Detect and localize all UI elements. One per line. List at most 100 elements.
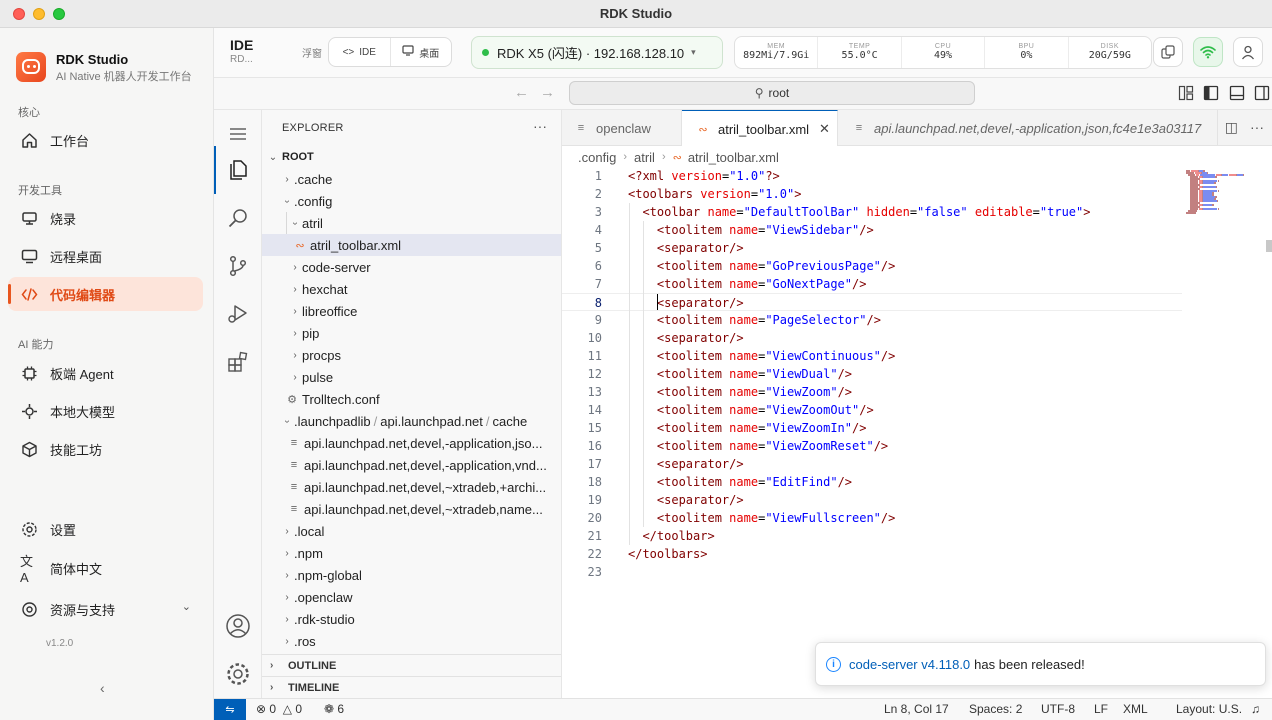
- ports-indicator[interactable]: ❁ 6: [324, 702, 344, 716]
- split-editor-icon[interactable]: ◫: [1225, 119, 1238, 136]
- code-line[interactable]: 21 </toolbar>: [562, 527, 1182, 545]
- outline-section[interactable]: › OUTLINE: [262, 654, 561, 676]
- keyboard-layout[interactable]: Layout: U.S.: [1176, 702, 1242, 716]
- toggle-primary-sidebar-icon[interactable]: [1203, 85, 1219, 101]
- code-line[interactable]: 22 </toolbars>: [562, 545, 1182, 563]
- language-button[interactable]: 文A 简体中文: [8, 551, 203, 585]
- remote-indicator[interactable]: ⇋: [214, 699, 246, 720]
- code-line[interactable]: 2 <toolbars version="1.0">: [562, 185, 1182, 203]
- notification-link[interactable]: code-server v4.118.0: [849, 657, 970, 672]
- tree-file[interactable]: ≡ api.launchpad.net,devel,~xtradeb,name..…: [262, 498, 561, 520]
- run-debug-button[interactable]: [214, 290, 262, 338]
- bell-icon[interactable]: ♫: [1251, 702, 1260, 716]
- code-line[interactable]: 10 <separator/>: [562, 329, 1182, 347]
- tab-launchpad-json[interactable]: ≡ api.launchpad.net,devel,-application,j…: [838, 110, 1218, 146]
- toggle-panel-icon[interactable]: [1229, 85, 1245, 101]
- timeline-section[interactable]: › TIMELINE: [262, 676, 561, 698]
- sidebar-item-flash[interactable]: 烧录: [8, 201, 203, 235]
- minimap[interactable]: [1184, 168, 1254, 228]
- wifi-button[interactable]: [1193, 37, 1223, 67]
- code-line[interactable]: 19 <separator/>: [562, 491, 1182, 509]
- tree-folder[interactable]: › procps: [262, 344, 561, 366]
- code-line[interactable]: 18 <toolitem name="EditFind"/>: [562, 473, 1182, 491]
- indentation[interactable]: Spaces: 2: [969, 702, 1022, 716]
- source-control-button[interactable]: [214, 242, 262, 290]
- code-line[interactable]: 20 <toolitem name="ViewFullscreen"/>: [562, 509, 1182, 527]
- tree-folder[interactable]: › code-server: [262, 256, 561, 278]
- code-line[interactable]: 16 <toolitem name="ViewZoomReset"/>: [562, 437, 1182, 455]
- code-line[interactable]: 7 <toolitem name="GoNextPage"/>: [562, 275, 1182, 293]
- problems-indicator[interactable]: ⊗ 0 △ 0: [256, 702, 302, 716]
- tree-folder[interactable]: › .npm: [262, 542, 561, 564]
- toggle-secondary-sidebar-icon[interactable]: [1254, 85, 1270, 101]
- code-line[interactable]: 4 <toolitem name="ViewSidebar"/>: [562, 221, 1182, 239]
- tree-file[interactable]: ⚙ Trolltech.conf: [262, 388, 561, 410]
- command-search-input[interactable]: ⚲ root: [569, 81, 975, 105]
- device-selector[interactable]: RDK X5 (闪连) · 192.168.128.10 ▾: [471, 36, 723, 69]
- tree-folder[interactable]: › .openclaw: [262, 586, 561, 608]
- code-line[interactable]: 6 <toolitem name="GoPreviousPage"/>: [562, 257, 1182, 275]
- breadcrumb-item[interactable]: .config: [578, 150, 616, 165]
- tree-folder[interactable]: › libreoffice: [262, 300, 561, 322]
- code-line[interactable]: 13 <toolitem name="ViewZoom"/>: [562, 383, 1182, 401]
- tree-file[interactable]: ≡ api.launchpad.net,devel,-application,js…: [262, 432, 561, 454]
- tree-folder[interactable]: › .rdk-studio: [262, 608, 561, 630]
- tree-file[interactable]: ≡ api.launchpad.net,devel,-application,vn…: [262, 454, 561, 476]
- sidebar-item-workbench[interactable]: 工作台: [8, 123, 203, 157]
- code-line[interactable]: 12 <toolitem name="ViewDual"/>: [562, 365, 1182, 383]
- resources-button[interactable]: 资源与支持 ⌄: [8, 592, 203, 626]
- code-line[interactable]: 14 <toolitem name="ViewZoomOut"/>: [562, 401, 1182, 419]
- code-line[interactable]: 5 <separator/>: [562, 239, 1182, 257]
- back-arrow-icon[interactable]: ←: [514, 84, 529, 101]
- code-line[interactable]: 9 <toolitem name="PageSelector"/>: [562, 311, 1182, 329]
- accounts-button[interactable]: [214, 602, 262, 650]
- extensions-button[interactable]: [214, 338, 262, 386]
- explorer-view-button[interactable]: [214, 146, 262, 194]
- language-mode[interactable]: XML: [1123, 702, 1148, 716]
- end-of-line[interactable]: LF: [1094, 702, 1108, 716]
- notification-toast[interactable]: i code-server v4.118.0 has been released…: [815, 642, 1266, 686]
- manage-button[interactable]: [214, 650, 262, 698]
- sidebar-item-board-agent[interactable]: 板端 Agent: [8, 356, 203, 390]
- user-button[interactable]: [1233, 37, 1263, 67]
- settings-button[interactable]: 设置: [8, 512, 203, 546]
- code-editor[interactable]: 1 <?xml version="1.0"?> 2 <toolbars version…: [562, 168, 1272, 698]
- tree-folder[interactable]: › .ros: [262, 630, 561, 652]
- code-line[interactable]: 15 <toolitem name="ViewZoomIn"/>: [562, 419, 1182, 437]
- sidebar-item-remote-desktop[interactable]: 远程桌面: [8, 239, 203, 273]
- tree-file-selected[interactable]: ∾ atril_toolbar.xml: [262, 234, 561, 256]
- forward-arrow-icon[interactable]: →: [540, 84, 555, 101]
- tree-file[interactable]: ≡ api.launchpad.net,devel,~xtradeb,+archi…: [262, 476, 561, 498]
- customize-layout-icon[interactable]: [1178, 85, 1194, 101]
- more-actions-icon[interactable]: ···: [1250, 119, 1264, 136]
- search-view-button[interactable]: [214, 194, 262, 242]
- code-line[interactable]: 1 <?xml version="1.0"?>: [562, 167, 1182, 185]
- tree-folder[interactable]: › atril: [262, 212, 561, 234]
- breadcrumb-item[interactable]: atril: [634, 150, 655, 165]
- encoding[interactable]: UTF-8: [1041, 702, 1075, 716]
- copy-button[interactable]: [1153, 37, 1183, 67]
- tree-folder-compact[interactable]: › .launchpadlib / api.launchpad.net / cache: [262, 410, 561, 432]
- editor-scrollbar[interactable]: [1264, 168, 1272, 698]
- tree-folder[interactable]: › hexchat: [262, 278, 561, 300]
- sidebar-item-skill-workshop[interactable]: 技能工坊: [8, 432, 203, 466]
- tab-openclaw[interactable]: ≡ openclaw: [562, 110, 682, 146]
- tree-folder[interactable]: › pulse: [262, 366, 561, 388]
- close-icon[interactable]: ✕: [819, 121, 830, 137]
- tab-atril-toolbar[interactable]: ∾ atril_toolbar.xml ✕: [682, 110, 838, 147]
- tree-root[interactable]: ⌄ ROOT: [262, 146, 561, 168]
- float-window-toggle[interactable]: 浮窗: [302, 45, 322, 60]
- tree-folder[interactable]: › pip: [262, 322, 561, 344]
- desktop-mode-button[interactable]: 桌面: [389, 38, 452, 66]
- tree-folder[interactable]: › .cache: [262, 168, 561, 190]
- sidebar-item-code-editor[interactable]: 代码编辑器: [8, 277, 203, 311]
- code-line[interactable]: 3 <toolbar name="DefaultToolBar" hidden=…: [562, 203, 1182, 221]
- tree-folder[interactable]: › .config: [262, 190, 561, 212]
- code-line[interactable]: 8 <separator/>: [562, 293, 1182, 311]
- code-line[interactable]: 11 <toolitem name="ViewContinuous"/>: [562, 347, 1182, 365]
- collapse-sidebar-button[interactable]: ‹: [100, 680, 105, 696]
- breadcrumb-item[interactable]: atril_toolbar.xml: [688, 150, 779, 165]
- more-actions-icon[interactable]: ···: [533, 118, 547, 134]
- sidebar-item-local-llm[interactable]: 本地大模型: [8, 394, 203, 428]
- code-line[interactable]: 17 <separator/>: [562, 455, 1182, 473]
